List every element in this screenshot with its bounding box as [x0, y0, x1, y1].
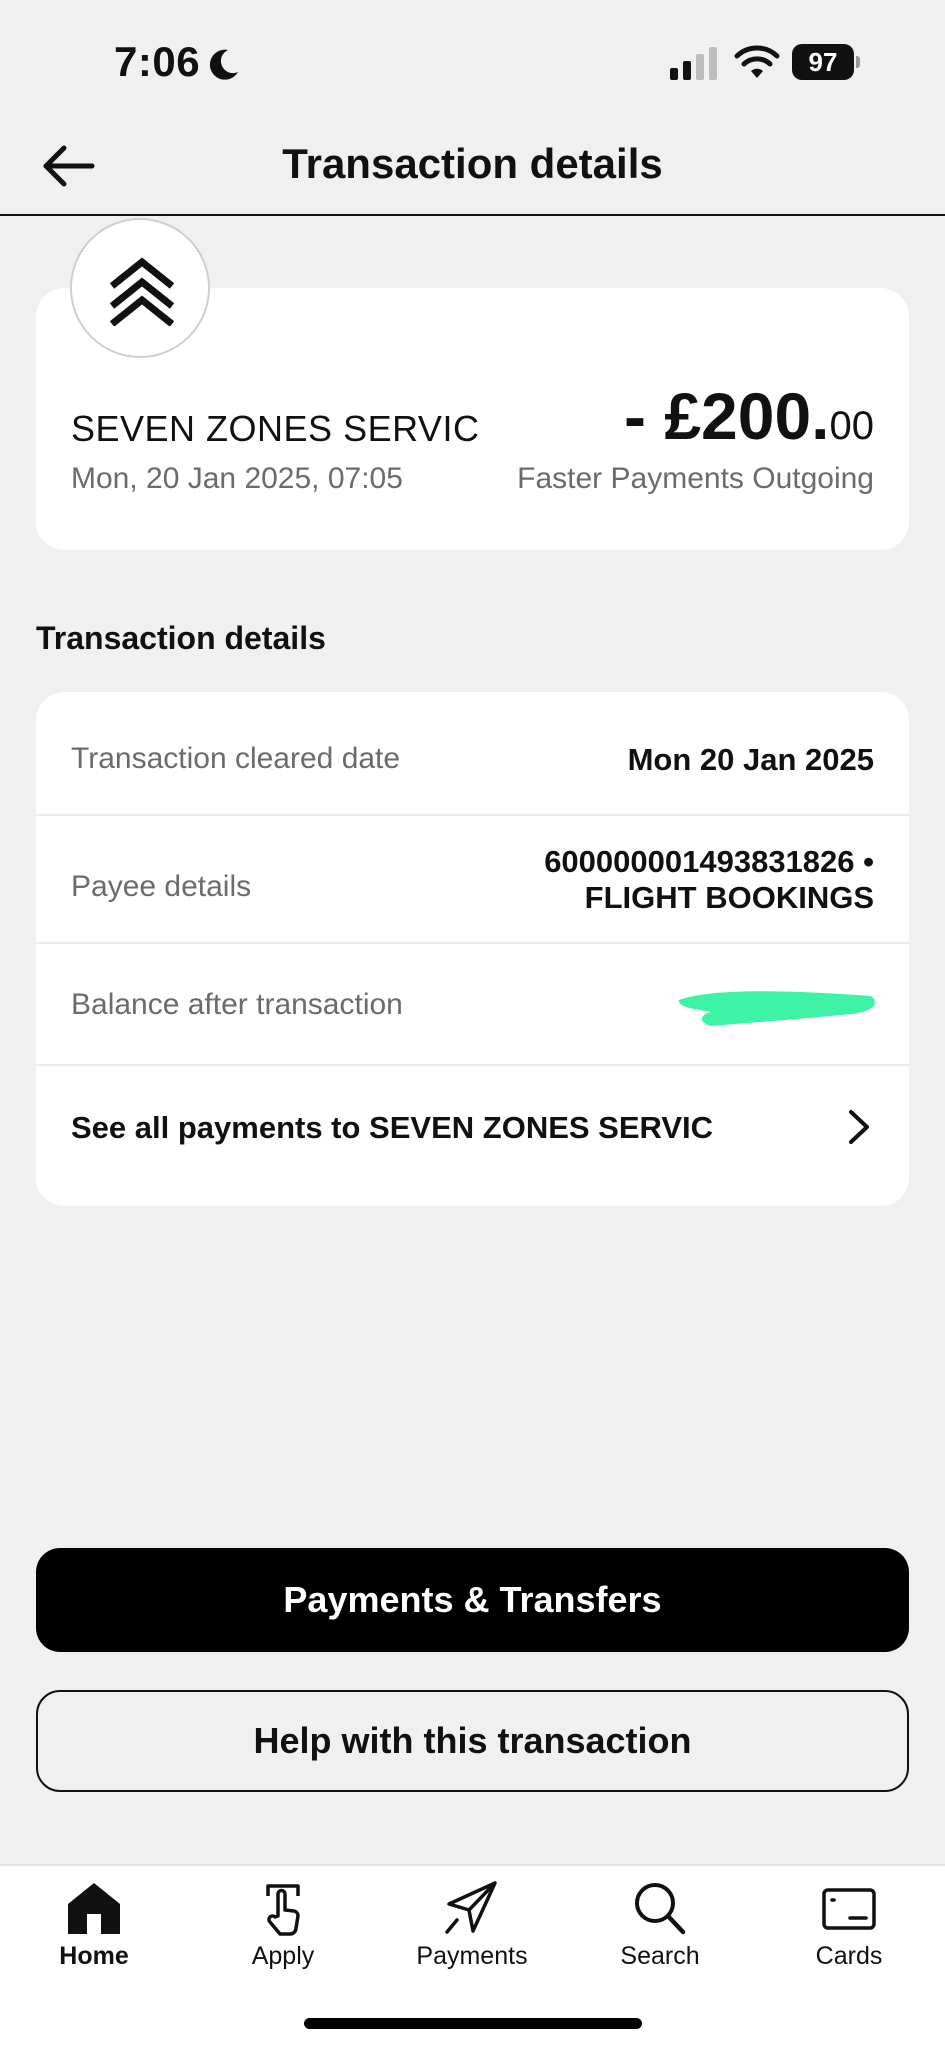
tab-apply[interactable]: Apply: [203, 1880, 363, 1990]
home-indicator: [304, 2018, 642, 2029]
detail-row-payee: Payee details 60000000149383182​6 • FLIG…: [36, 816, 909, 944]
battery-indicator: 97: [792, 44, 860, 80]
merchant-logo: [70, 218, 210, 358]
detail-label: Payee details: [71, 870, 252, 903]
detail-row-cleared-date: Transaction cleared date Mon 20 Jan 2025: [36, 692, 909, 816]
payee-name: FLIGHT BOOKINGS: [584, 880, 874, 915]
battery-level: 97: [808, 47, 838, 77]
tab-label: Apply: [251, 1942, 315, 1970]
tab-label: Home: [59, 1942, 129, 1970]
search-icon: [635, 1883, 686, 1935]
detail-value: 60000000149383182​6 • FLIGHT BOOKINGS: [544, 844, 874, 916]
tab-search[interactable]: Search: [580, 1880, 740, 1990]
help-transaction-button[interactable]: Help with this transaction: [36, 1690, 909, 1792]
tab-home[interactable]: Home: [14, 1880, 174, 1990]
tab-label: Search: [620, 1942, 700, 1970]
status-time: 7:06: [114, 38, 201, 85]
chevron-up-double-icon: [109, 257, 175, 326]
transaction-datetime: Mon, 20 Jan 2025, 07:05: [71, 462, 403, 495]
transaction-amount: - £200.00: [624, 378, 874, 454]
payments-icon: [445, 1881, 497, 1934]
signal-icon: [670, 47, 717, 80]
amount-minor: 00: [829, 404, 875, 448]
detail-value: Mon 20 Jan 2025: [627, 742, 874, 777]
payments-transfers-button[interactable]: Payments & Transfers: [36, 1548, 909, 1652]
card-icon: [822, 1888, 876, 1930]
section-title: Transaction details: [36, 620, 326, 656]
amount-major: - £200.: [624, 379, 830, 453]
payment-type: Faster Payments Outgoing: [517, 462, 874, 495]
tab-cards[interactable]: Cards: [769, 1880, 929, 1990]
redaction-mark: [678, 991, 875, 1026]
see-all-label: See all payments to SEVEN ZONES SERVIC: [71, 1110, 714, 1145]
status-bar: 7:06 97: [0, 0, 945, 120]
detail-label: Balance after transaction: [71, 988, 403, 1021]
detail-row-balance: Balance after transaction: [36, 944, 909, 1066]
moon-icon: [209, 49, 238, 80]
payee-account: 60000000149383182​6 •: [544, 844, 874, 879]
transaction-details-card: Transaction cleared date Mon 20 Jan 2025…: [36, 692, 909, 1206]
tab-label: Cards: [815, 1942, 883, 1970]
tab-payments[interactable]: Payments: [392, 1880, 552, 1990]
detail-label: Transaction cleared date: [71, 742, 401, 775]
tab-label: Payments: [416, 1942, 528, 1970]
chevron-right-icon: [849, 1110, 869, 1144]
see-all-payments-link[interactable]: See all payments to SEVEN ZONES SERVIC: [36, 1066, 909, 1190]
home-icon: [68, 1883, 120, 1934]
app-header: Transaction details: [0, 120, 945, 216]
wifi-icon: [734, 45, 780, 78]
tap-hand-icon: [266, 1884, 300, 1936]
merchant-name: SEVEN ZONES SERVIC: [71, 408, 480, 449]
page-title: Transaction details: [282, 140, 663, 187]
